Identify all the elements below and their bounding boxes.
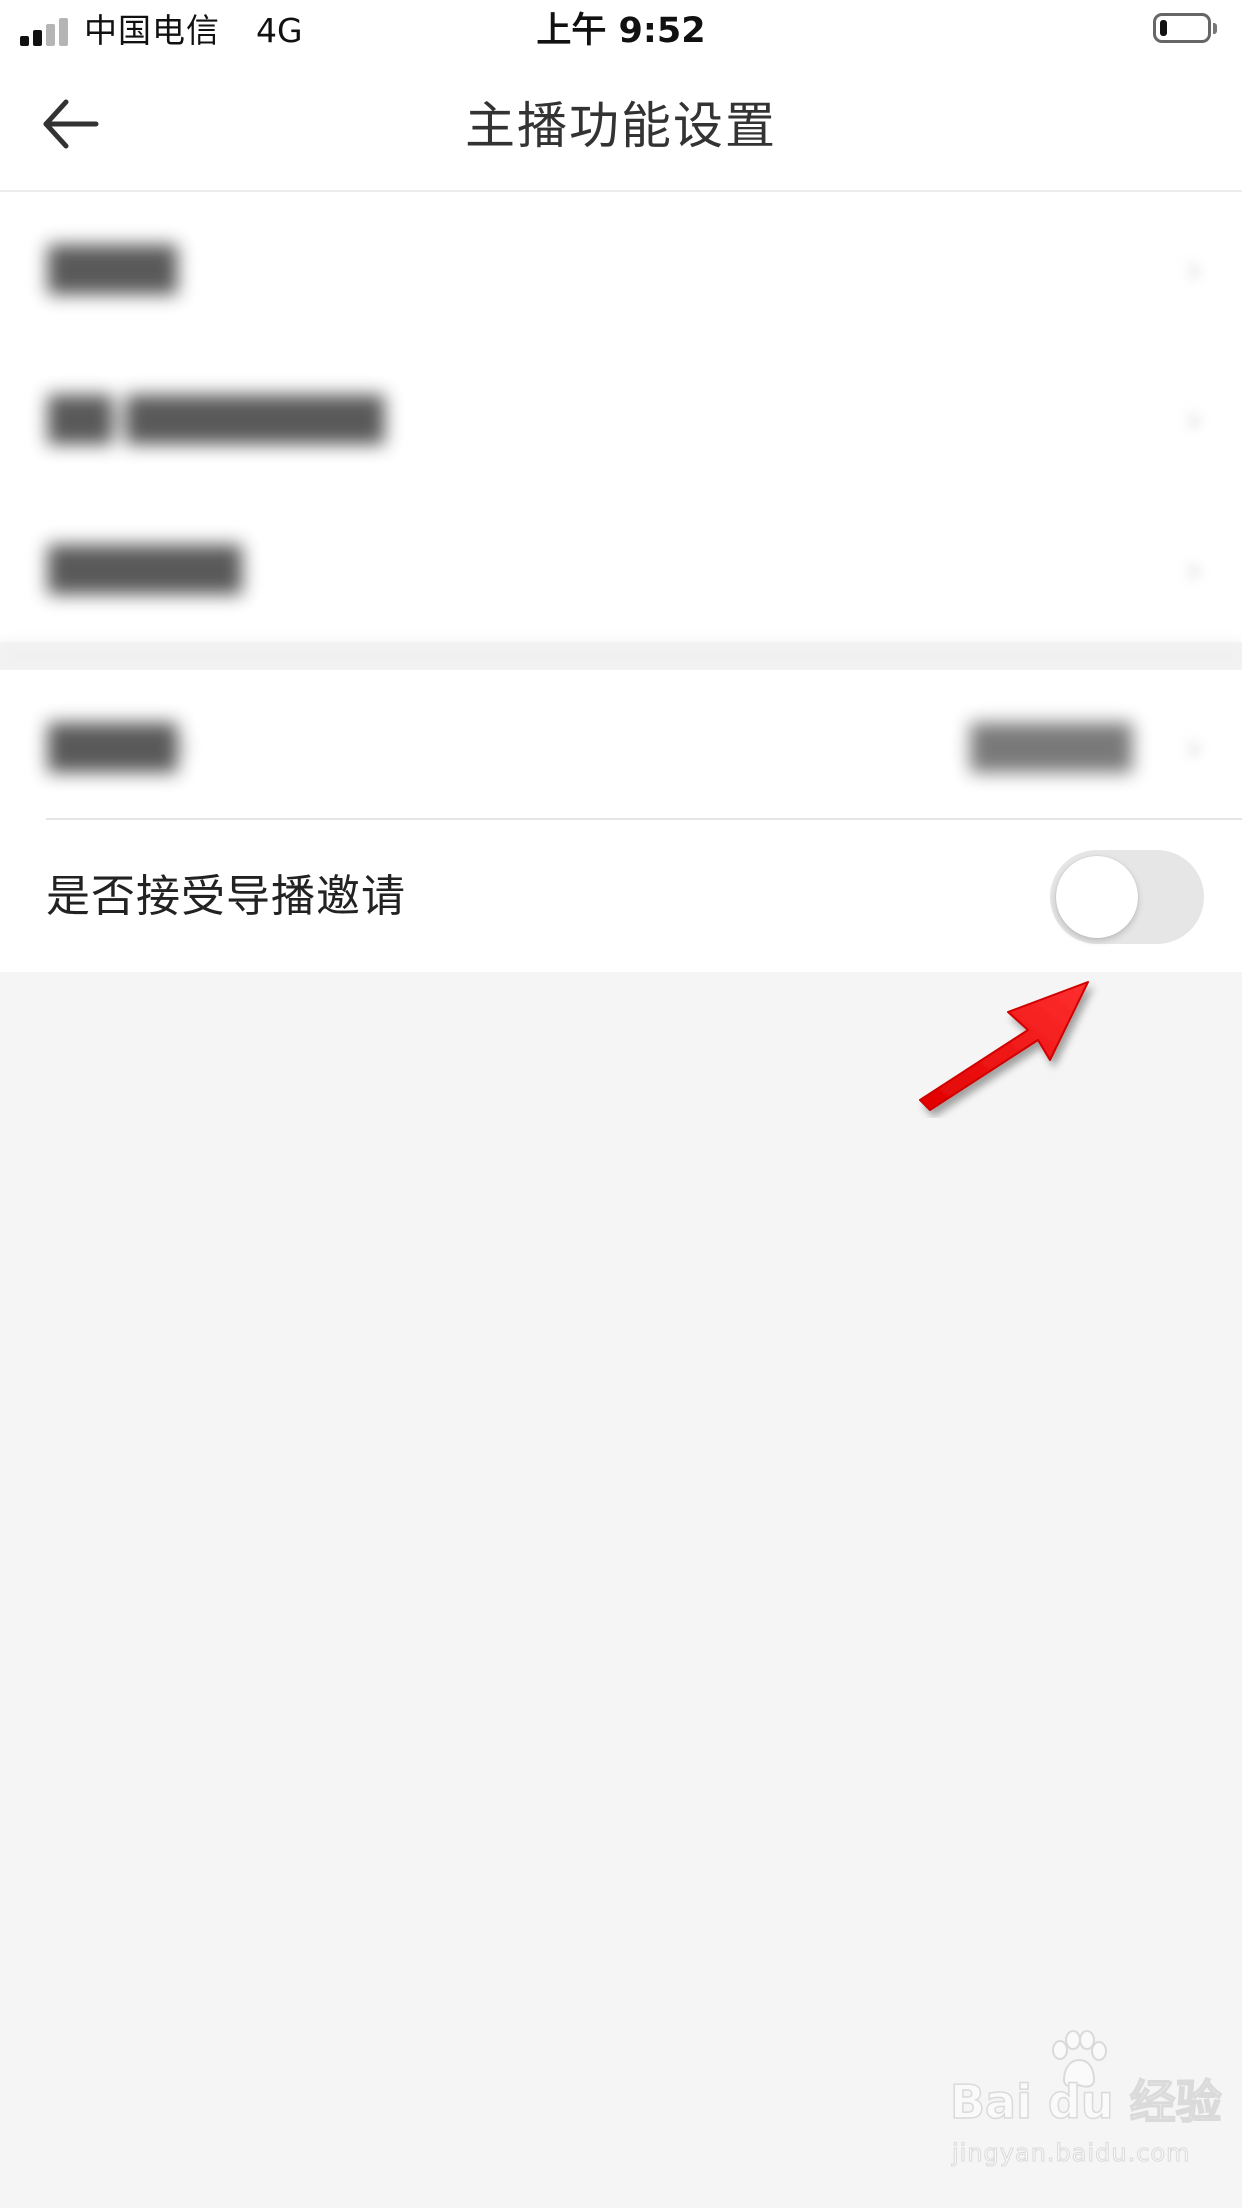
setting-row[interactable]: ████ › <box>0 192 1242 342</box>
battery-level <box>1160 20 1167 36</box>
chevron-right-icon: › <box>1186 247 1202 293</box>
section-divider <box>0 642 1242 670</box>
watermark-brand: Bai du 经验 <box>949 2074 1222 2130</box>
setting-label: ████ <box>48 245 178 294</box>
status-time: 上午 9:52 <box>536 11 706 51</box>
header: 主播功能设置 <box>0 62 1242 192</box>
chevron-right-icon: › <box>1186 397 1202 443</box>
page-title: 主播功能设置 <box>465 97 777 155</box>
setting-label: ██████ <box>48 545 242 594</box>
invite-setting-row: 是否接受导播邀请 <box>0 820 1242 972</box>
chevron-right-icon: › <box>1186 725 1202 771</box>
setting-row[interactable]: ████· █████ › <box>0 670 1242 820</box>
setting-row[interactable]: ██·████████ › <box>0 342 1242 492</box>
setting-label: ████· <box>48 723 191 772</box>
watermark-url: jingyan.baidu.com <box>951 2139 1191 2168</box>
chevron-right-icon: › <box>1186 547 1202 593</box>
invite-toggle-switch[interactable] <box>1050 850 1204 944</box>
battery-icon <box>1153 13 1217 43</box>
settings-group-blurred: ████ › ██·████████ › ██████ › <box>0 192 1242 642</box>
red-arrow-icon <box>919 981 1089 1111</box>
toggle-thumb <box>1056 856 1138 938</box>
setting-row[interactable]: ██████ › <box>0 492 1242 642</box>
baidu-jingyan-watermark: Bai du 经验 jingyan.baidu.com <box>949 2030 1222 2190</box>
status-bar: 中国电信 4G 上午 9:52 <box>0 0 1242 62</box>
setting-label: ██·████████ <box>48 395 385 444</box>
setting-value: █████ <box>970 723 1133 772</box>
invite-setting-label: 是否接受导播邀请 <box>46 871 406 922</box>
